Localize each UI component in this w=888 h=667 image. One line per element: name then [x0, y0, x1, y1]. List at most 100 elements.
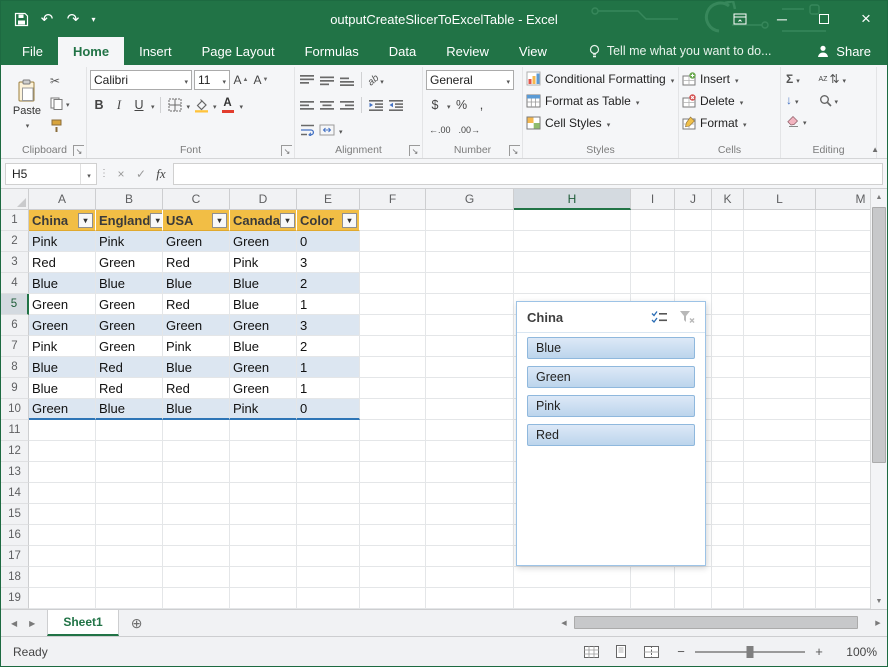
scroll-down-button[interactable]: ▼ — [871, 593, 887, 609]
cell-A15[interactable] — [29, 504, 96, 525]
cell-D4[interactable]: Blue — [230, 273, 297, 294]
cell-F5[interactable] — [360, 294, 426, 315]
cell-A11[interactable] — [29, 420, 96, 441]
zoom-slider-thumb[interactable] — [747, 646, 754, 658]
cell-I18[interactable] — [631, 567, 675, 588]
vertical-scrollbar[interactable]: ▲ ▼ — [870, 189, 887, 609]
normal-view-button[interactable] — [581, 642, 601, 662]
format-as-table-button[interactable]: Format as Table — [526, 90, 675, 111]
cell-G13[interactable] — [426, 462, 514, 483]
row-header-15[interactable]: 15 — [1, 504, 29, 525]
cell-C14[interactable] — [163, 483, 230, 504]
row-header-7[interactable]: 7 — [1, 336, 29, 357]
scroll-up-button[interactable]: ▲ — [871, 189, 887, 205]
cell-A1[interactable]: China▾ — [29, 210, 96, 231]
cell-D5[interactable]: Blue — [230, 294, 297, 315]
slicer-item-pink[interactable]: Pink — [527, 395, 695, 417]
slicer-item-green[interactable]: Green — [527, 366, 695, 388]
ribbon-display-options-button[interactable] — [719, 1, 761, 37]
cell-A19[interactable] — [29, 588, 96, 609]
cell-K5[interactable] — [712, 294, 744, 315]
number-dialog-launcher[interactable]: ↘ — [509, 145, 520, 156]
formula-bar-splitter[interactable] — [97, 168, 111, 179]
cell-E16[interactable] — [297, 525, 360, 546]
cell-A10[interactable]: Green — [29, 399, 96, 420]
cell-E12[interactable] — [297, 441, 360, 462]
cell-E15[interactable] — [297, 504, 360, 525]
merge-center-button[interactable] — [318, 120, 336, 140]
cell-A12[interactable] — [29, 441, 96, 462]
font-dialog-launcher[interactable]: ↘ — [281, 145, 292, 156]
cell-B9[interactable]: Red — [96, 378, 163, 399]
cell-C3[interactable]: Red — [163, 252, 230, 273]
cell-D18[interactable] — [230, 567, 297, 588]
cell-A3[interactable]: Red — [29, 252, 96, 273]
cell-E13[interactable] — [297, 462, 360, 483]
tab-file[interactable]: File — [7, 37, 58, 65]
cell-C8[interactable]: Blue — [163, 357, 230, 378]
increase-decimal-button[interactable]: ←.00 — [426, 125, 454, 135]
cell-K18[interactable] — [712, 567, 744, 588]
clear-button[interactable] — [784, 112, 809, 130]
cell-K19[interactable] — [712, 588, 744, 609]
cell-F19[interactable] — [360, 588, 426, 609]
cell-F2[interactable] — [360, 231, 426, 252]
cell-C15[interactable] — [163, 504, 230, 525]
cell-L6[interactable] — [744, 315, 816, 336]
row-header-2[interactable]: 2 — [1, 231, 29, 252]
font-size-combo[interactable]: 11 — [194, 70, 230, 90]
column-header-E[interactable]: E — [297, 189, 360, 210]
font-color-dropdown[interactable] — [239, 96, 244, 114]
cell-I4[interactable] — [631, 273, 675, 294]
cell-D15[interactable] — [230, 504, 297, 525]
cell-L18[interactable] — [744, 567, 816, 588]
cell-C13[interactable] — [163, 462, 230, 483]
cell-A18[interactable] — [29, 567, 96, 588]
cell-K11[interactable] — [712, 420, 744, 441]
cell-L9[interactable] — [744, 378, 816, 399]
cell-L11[interactable] — [744, 420, 816, 441]
cell-K2[interactable] — [712, 231, 744, 252]
cell-I1[interactable] — [631, 210, 675, 231]
copy-button[interactable] — [48, 94, 72, 112]
row-header-4[interactable]: 4 — [1, 273, 29, 294]
cancel-button[interactable]: × — [111, 163, 131, 185]
cell-L17[interactable] — [744, 546, 816, 567]
scroll-left-button[interactable]: ◀ — [556, 619, 572, 627]
align-right-button[interactable] — [338, 95, 356, 115]
cell-D17[interactable] — [230, 546, 297, 567]
paste-button[interactable]: Paste — [6, 68, 48, 142]
cell-C11[interactable] — [163, 420, 230, 441]
cell-H18[interactable] — [514, 567, 631, 588]
cell-B14[interactable] — [96, 483, 163, 504]
cell-B16[interactable] — [96, 525, 163, 546]
cell-B2[interactable]: Pink — [96, 231, 163, 252]
cell-G11[interactable] — [426, 420, 514, 441]
row-header-13[interactable]: 13 — [1, 462, 29, 483]
align-bottom-button[interactable] — [338, 70, 356, 90]
cell-D16[interactable] — [230, 525, 297, 546]
accounting-format-button[interactable]: $ — [426, 95, 444, 115]
cell-L3[interactable] — [744, 252, 816, 273]
page-layout-view-button[interactable] — [611, 642, 631, 662]
cell-L15[interactable] — [744, 504, 816, 525]
cell-C12[interactable] — [163, 441, 230, 462]
cell-F3[interactable] — [360, 252, 426, 273]
cell-G2[interactable] — [426, 231, 514, 252]
slicer-clear-filter-button[interactable] — [675, 307, 699, 327]
cell-D1[interactable]: Canada▾ — [230, 210, 297, 231]
share-button[interactable]: Share — [816, 37, 871, 65]
font-color-button[interactable] — [219, 95, 237, 115]
cell-E7[interactable]: 2 — [297, 336, 360, 357]
cell-F13[interactable] — [360, 462, 426, 483]
cell-E6[interactable]: 3 — [297, 315, 360, 336]
filter-button-canada[interactable]: ▾ — [280, 213, 295, 228]
horizontal-scrollbar[interactable]: ◀ ▶ — [556, 614, 886, 631]
row-header-18[interactable]: 18 — [1, 567, 29, 588]
align-left-button[interactable] — [298, 95, 316, 115]
column-header-J[interactable]: J — [675, 189, 712, 210]
sheet-nav-right-button[interactable]: ▶ — [29, 619, 35, 628]
tab-insert[interactable]: Insert — [124, 37, 187, 65]
cell-styles-button[interactable]: Cell Styles — [526, 112, 675, 133]
cell-C4[interactable]: Blue — [163, 273, 230, 294]
